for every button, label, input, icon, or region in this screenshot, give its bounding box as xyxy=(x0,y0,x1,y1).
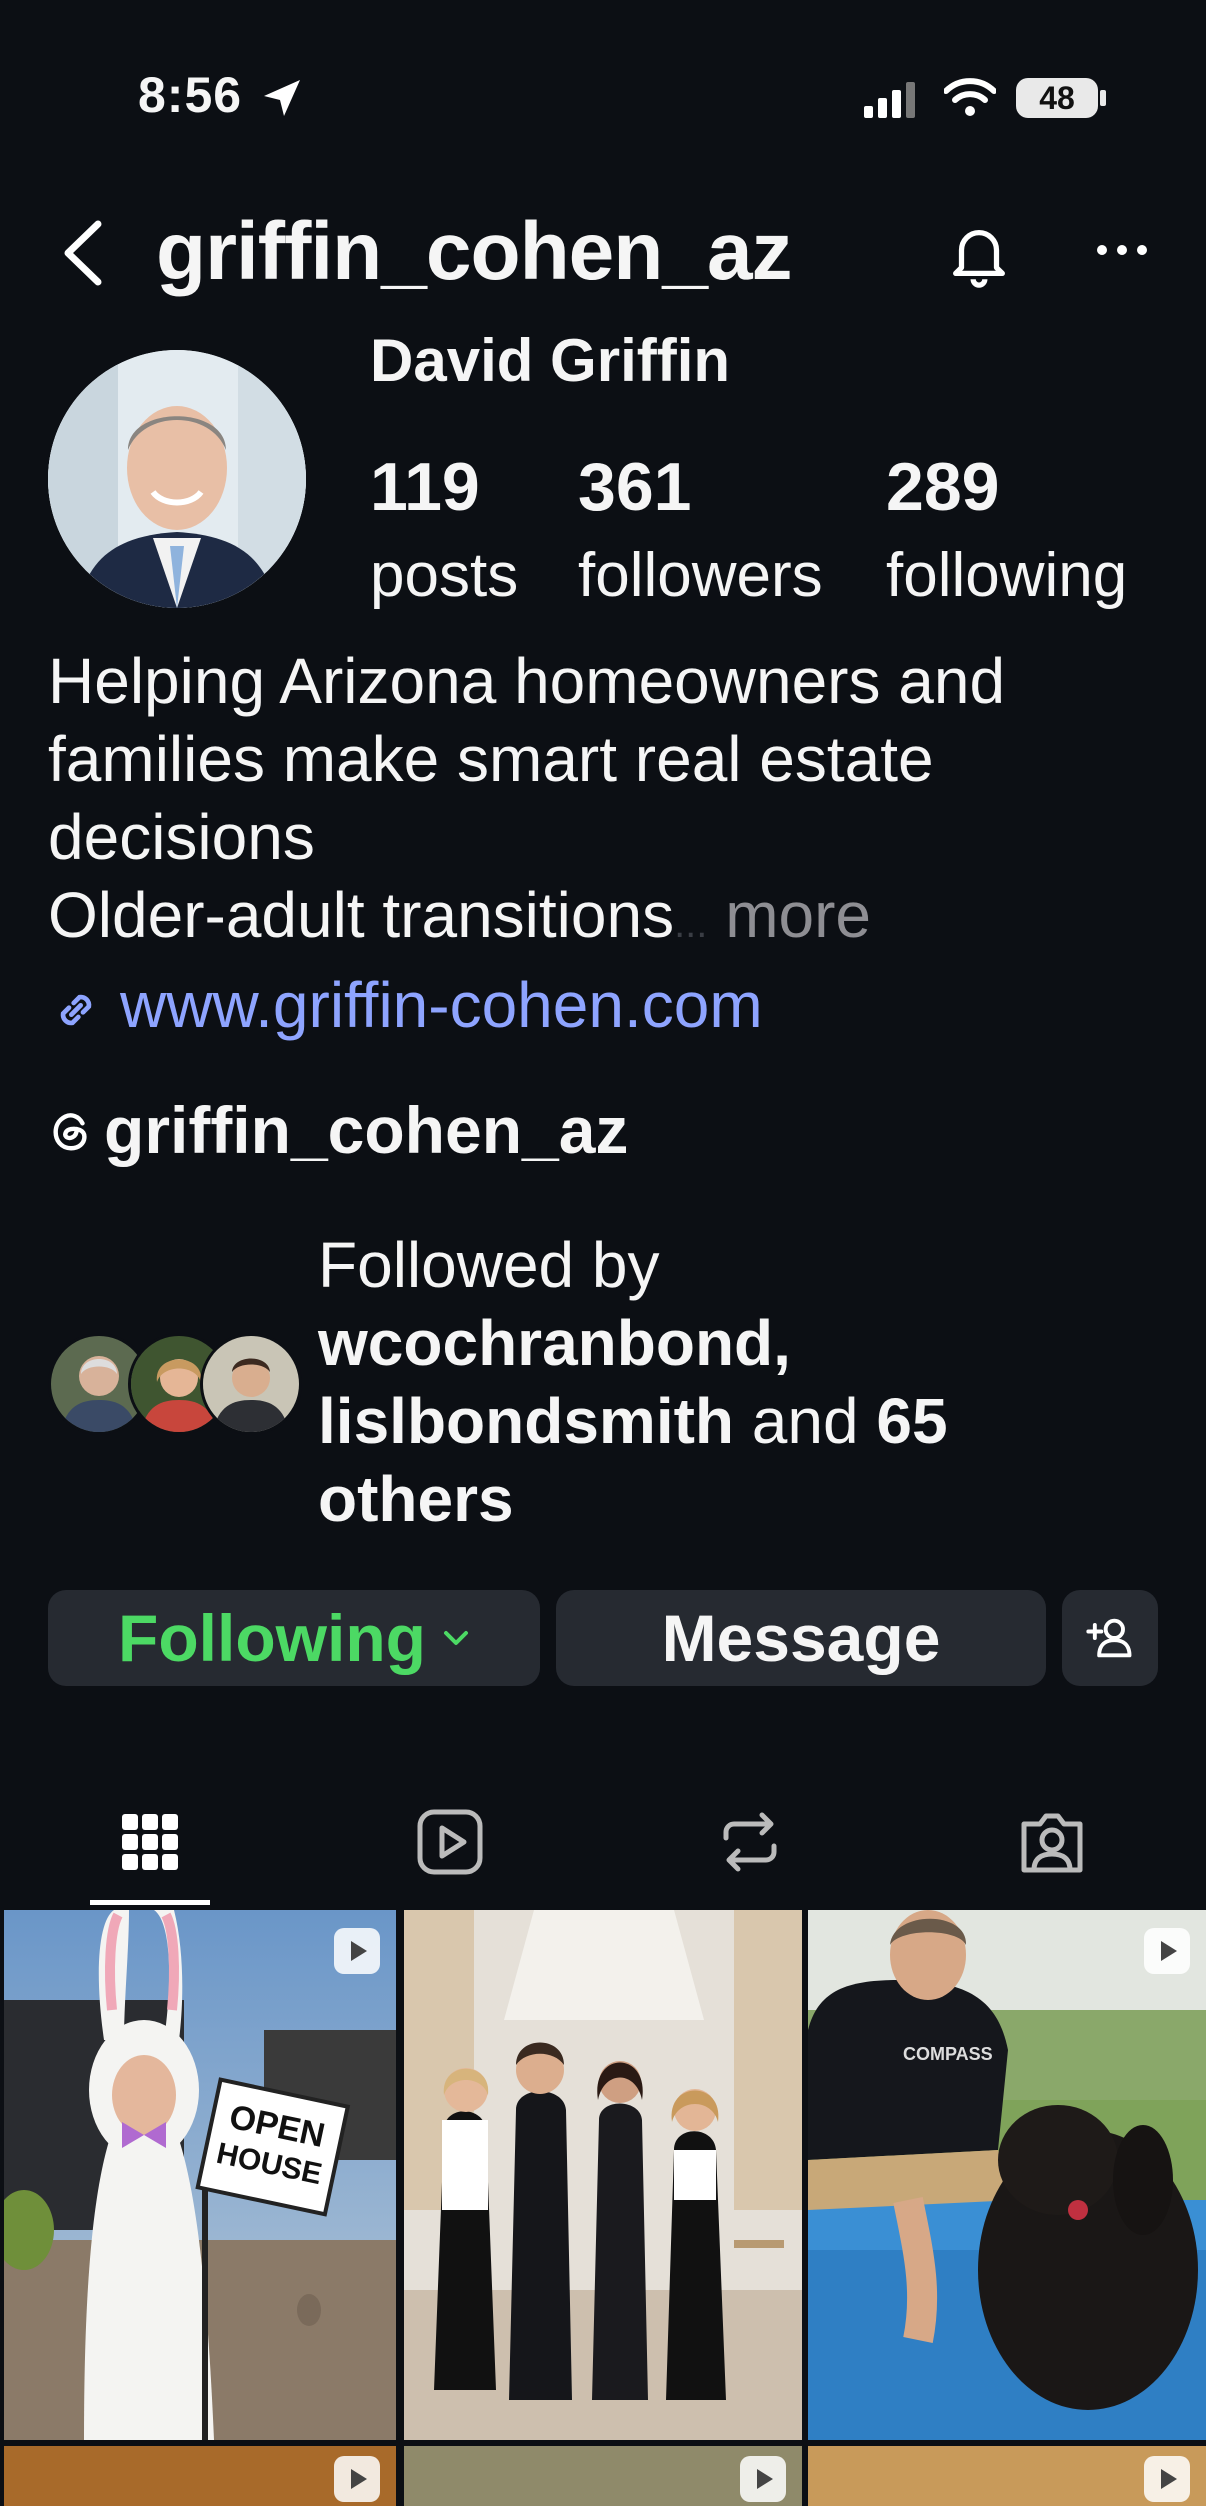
threads-handle[interactable]: griffin_cohen_az xyxy=(104,1092,628,1168)
mutual-avatar-3[interactable] xyxy=(200,1333,302,1435)
chevron-down-icon xyxy=(443,1631,468,1645)
post-thumbnail[interactable] xyxy=(404,1910,802,2440)
bio-line-text: Older-adult transitions xyxy=(48,879,675,951)
following-count[interactable]: 289 xyxy=(886,448,999,526)
followed-by-and: and xyxy=(751,1385,859,1457)
threads-icon xyxy=(53,1113,87,1151)
bio-line: decisions xyxy=(48,801,315,873)
message-button[interactable]: Message xyxy=(556,1590,1046,1686)
reels-icon[interactable] xyxy=(412,1804,488,1880)
bio-line: Helping Arizona homeowners and xyxy=(48,645,1006,717)
posts-label[interactable]: posts xyxy=(370,540,518,611)
tagged-icon[interactable] xyxy=(1014,1804,1090,1880)
reposts-icon[interactable] xyxy=(712,1804,788,1880)
mutual-count: 65 xyxy=(876,1385,948,1457)
active-tab-indicator xyxy=(90,1900,210,1905)
back-chevron-icon[interactable] xyxy=(58,218,108,288)
followed-by-prefix: Followed by xyxy=(318,1229,660,1301)
bio-ellipsis: ... xyxy=(674,902,708,946)
followed-by-text[interactable]: Followed by wcochranbond, lislbondsmith … xyxy=(318,1226,1138,1538)
more-options-icon[interactable] xyxy=(1094,240,1150,260)
profile-username-title: griffin_cohen_az xyxy=(156,206,793,297)
wifi-icon xyxy=(944,78,996,116)
battery-indicator: 48 xyxy=(1016,78,1098,118)
avatar[interactable] xyxy=(48,350,306,608)
followers-count[interactable]: 361 xyxy=(578,448,691,526)
bio: Helping Arizona homeowners and families … xyxy=(48,642,1158,963)
bio-more-link[interactable]: more xyxy=(725,879,871,951)
status-time: 8:56 xyxy=(138,67,243,123)
link-icon xyxy=(60,994,92,1026)
followers-label[interactable]: followers xyxy=(578,540,823,611)
following-label[interactable]: following xyxy=(886,540,1127,611)
grid-icon[interactable] xyxy=(112,1804,188,1880)
post-thumbnail[interactable] xyxy=(808,2446,1206,2506)
posts-count[interactable]: 119 xyxy=(370,448,480,526)
reel-badge-icon xyxy=(1144,2456,1190,2502)
message-label-text: Message xyxy=(661,1601,941,1675)
display-name: David Griffin xyxy=(370,327,731,394)
post-thumbnail[interactable] xyxy=(404,2446,802,2506)
post-thumbnail[interactable]: COMPASS xyxy=(808,1910,1206,2440)
suggest-people-button[interactable] xyxy=(1062,1590,1158,1686)
bio-line: Older-adult transitions... more xyxy=(48,876,1158,963)
location-arrow-icon xyxy=(264,80,300,116)
followed-by-suffix: others xyxy=(318,1463,514,1535)
signal-icon xyxy=(864,82,915,118)
add-person-icon xyxy=(1086,1618,1132,1658)
following-label-text: Following xyxy=(118,1601,426,1675)
mutual-user-1[interactable]: wcochranbond, xyxy=(318,1307,791,1379)
reel-badge-icon xyxy=(1144,1928,1190,1974)
bio-line: families make smart real estate xyxy=(48,723,934,795)
following-button[interactable]: Following xyxy=(48,1590,540,1686)
bell-icon[interactable] xyxy=(944,218,1014,288)
reel-badge-icon xyxy=(334,2456,380,2502)
battery-nub xyxy=(1100,90,1106,106)
website-link[interactable]: www.griffin-cohen.com xyxy=(120,968,763,1042)
reel-badge-icon xyxy=(740,2456,786,2502)
reel-badge-icon xyxy=(334,1928,380,1974)
post-thumbnail[interactable] xyxy=(4,2446,396,2506)
compass-shirt-text: COMPASS xyxy=(903,2044,993,2064)
post-thumbnail[interactable]: OPEN HOUSE xyxy=(4,1910,396,2440)
mutual-user-2[interactable]: lislbondsmith xyxy=(318,1385,734,1457)
